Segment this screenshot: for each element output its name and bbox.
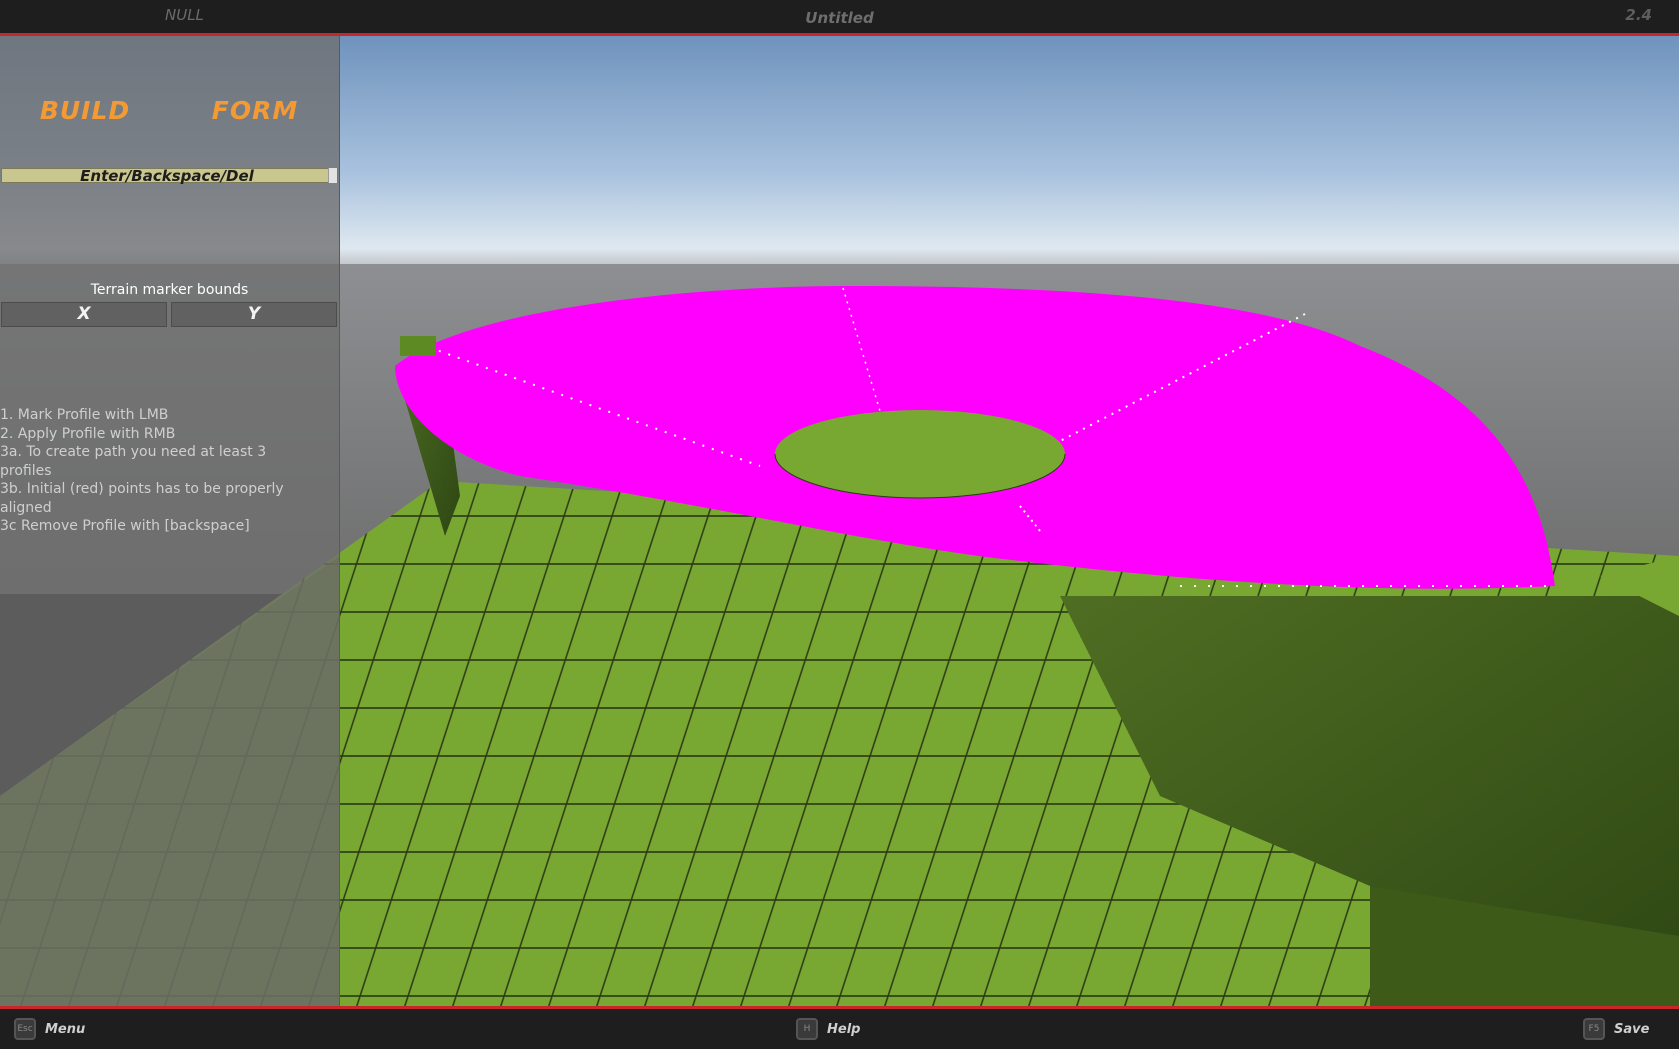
instruction-item: 2. Apply Profile with RMB: [0, 425, 176, 442]
f5-key-icon: F5: [1583, 1018, 1605, 1040]
terrain-marker-handle[interactable]: [400, 336, 436, 356]
menu-label: Menu: [45, 1021, 86, 1037]
instruction-item: 1. Mark Profile with LMB: [0, 407, 169, 423]
instructions-list: 1. Mark Profile with LMB 2. Apply Profil…: [0, 406, 300, 536]
bounds-y-field[interactable]: Y: [171, 302, 337, 327]
project-title: Untitled: [805, 9, 874, 27]
save-label: Save: [1614, 1021, 1650, 1037]
shortcut-hint-bar: Enter/Backspace/Del: [1, 167, 338, 185]
bounds-x-field[interactable]: X: [1, 302, 167, 327]
help-key-icon: H: [796, 1018, 818, 1040]
terrain-marker-hole: [775, 410, 1065, 498]
shortcut-hint-text: Enter/Backspace/Del: [80, 167, 254, 185]
esc-key-icon: Esc: [14, 1018, 36, 1040]
instruction-item: 3a. To create path you need at least 3 p…: [0, 444, 267, 479]
version-label: 2.4: [1625, 6, 1652, 24]
form-mode-button[interactable]: FORM: [180, 86, 330, 136]
tool-panel: BUILD FORM Enter/Backspace/Del Terrain m…: [0, 36, 340, 1006]
instruction-item: 3c Remove Profile with [backspace]: [0, 518, 250, 534]
menu-button[interactable]: Esc Menu: [14, 1016, 85, 1042]
help-label: Help: [827, 1021, 861, 1037]
help-button[interactable]: H Help: [796, 1016, 860, 1042]
instruction-item: 3b. Initial (red) points has to be prope…: [0, 481, 284, 516]
title-bar: NULL Untitled 2.4: [0, 0, 1679, 36]
terrain-bounds-label: Terrain marker bounds: [90, 282, 249, 298]
build-mode-button[interactable]: BUILD: [10, 86, 160, 136]
save-button[interactable]: F5 Save: [1583, 1016, 1649, 1042]
hint-bar-handle: [328, 168, 337, 183]
bottom-bar: Esc Menu H Help F5 Save: [0, 1006, 1679, 1049]
